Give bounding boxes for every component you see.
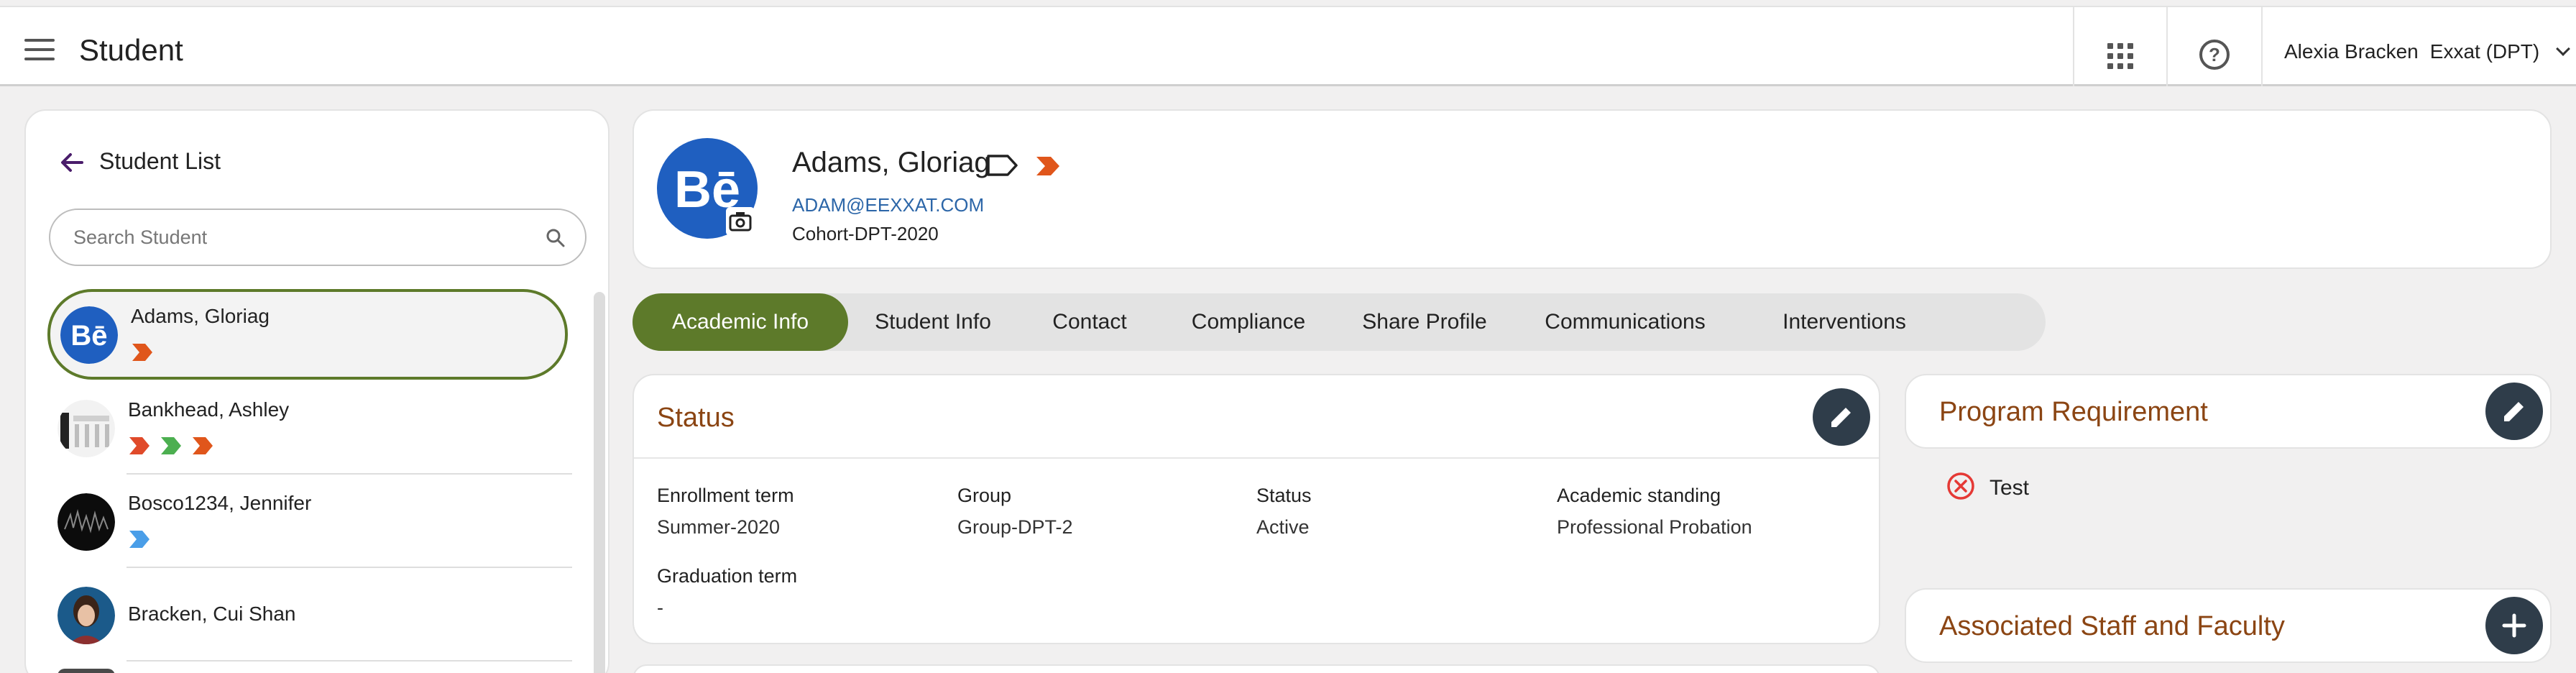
student-list-item[interactable]: Bosco1234, Jennifer [47,477,572,568]
apps-grid-icon[interactable] [2107,43,2133,69]
edit-status-button[interactable] [1813,388,1870,446]
student-name: Adams, Gloriag [131,305,270,327]
chevron-down-icon [2556,42,2571,56]
student-full-name: Adams, Gloriag [792,147,990,178]
svg-text:Bē: Bē [70,320,107,352]
student-list-panel: Student List Bē Adams, Gloriag Bankhead, [24,109,610,673]
top-app-bar: Student ? Alexia Bracken Exxat (DPT) [0,6,2576,86]
panel-title: Student List [99,148,221,174]
card-title: Program Requirement [1939,397,2208,427]
field-value: Active [1256,516,1310,538]
student-email-link[interactable]: ADAM@EEXXAT.COM [792,194,984,216]
search-icon[interactable] [545,227,566,249]
flag-blue-icon [129,531,150,548]
student-list-item[interactable]: Bankhead, Ashley [47,384,572,475]
field-value: Professional Probation [1557,516,1752,538]
topbar-divider [2073,7,2074,86]
search-input[interactable] [73,223,533,252]
flag-orange-icon[interactable] [1035,155,1061,177]
user-menu[interactable]: Alexia Bracken Exxat (DPT) [2284,40,2571,69]
student-list-item[interactable]: Bracken, Cui Shan [47,571,572,661]
student-avatar [58,493,115,551]
tag-icon[interactable] [986,154,1019,177]
next-card [632,664,1880,673]
pencil-icon [2504,402,2524,421]
student-name: Bankhead, Ashley [128,398,290,421]
pencil-icon [1831,408,1851,427]
flags-group [129,437,213,454]
card-divider [634,457,1879,459]
add-staff-button[interactable] [2485,597,2543,654]
field-label: Status [1256,485,1312,506]
field-value: Summer-2020 [657,516,781,538]
flag-orange-icon [193,437,213,454]
field-label: Graduation term [657,565,798,587]
tab-academic-info[interactable]: Academic Info [632,293,848,351]
profile-tabs: Academic Info Student Info Contact Compl… [632,293,2046,351]
requirement-label: Test [1990,476,2030,500]
flag-green-icon [161,437,181,454]
hamburger-menu-icon[interactable] [24,39,55,60]
program-requirement-card: Program Requirement [1905,374,2552,449]
camera-icon[interactable] [726,207,755,236]
card-title: Associated Staff and Faculty [1939,611,2285,641]
tab-student-info[interactable]: Student Info [848,293,1018,351]
page-title: Student [79,33,183,67]
user-name: Alexia Bracken [2284,40,2419,63]
help-icon[interactable]: ? [2199,40,2230,70]
student-avatar [58,587,115,644]
associated-staff-card: Associated Staff and Faculty [1905,588,2552,663]
list-divider [126,660,572,661]
list-divider [126,473,572,475]
tab-interventions[interactable]: Interventions [1736,293,1952,351]
topbar-divider [2166,7,2168,86]
topbar-divider [2261,7,2263,86]
field-label: Enrollment term [657,485,794,506]
field-value: Group-DPT-2 [957,516,1073,538]
student-name: Bosco1234, Jennifer [128,492,312,514]
status-card: Status Enrollment term Summer-2020 Group… [632,374,1880,644]
student-avatar [58,669,115,673]
search-student-field[interactable] [49,209,586,266]
card-title: Status [657,403,735,433]
student-name: Bracken, Cui Shan [128,603,296,625]
error-circle-icon [1947,472,1974,500]
tab-share-profile[interactable]: Share Profile [1335,293,1514,351]
back-arrow-icon[interactable] [58,148,86,177]
list-scrollbar[interactable] [594,292,605,673]
tab-compliance[interactable]: Compliance [1162,293,1335,351]
user-org: Exxat (DPT) [2429,40,2540,63]
tab-communications[interactable]: Communications [1514,293,1736,351]
flag-orange-icon [132,344,152,361]
list-divider [126,567,572,568]
student-profile-card: Bē Adams, Gloriag ADAM@EEXXAT.COM Cohort… [632,109,2552,269]
field-value: - [657,597,663,618]
field-label: Academic standing [1557,485,1721,506]
student-list-item[interactable]: Bē Adams, Gloriag [47,289,568,380]
student-avatar: Bē [60,306,118,364]
edit-requirement-button[interactable] [2485,383,2543,440]
field-label: Group [957,485,1012,506]
plus-icon [2502,613,2526,638]
student-avatar [58,400,115,457]
tab-contact[interactable]: Contact [1018,293,1162,351]
flag-red-icon [129,437,150,454]
student-cohort: Cohort-DPT-2020 [792,223,939,244]
